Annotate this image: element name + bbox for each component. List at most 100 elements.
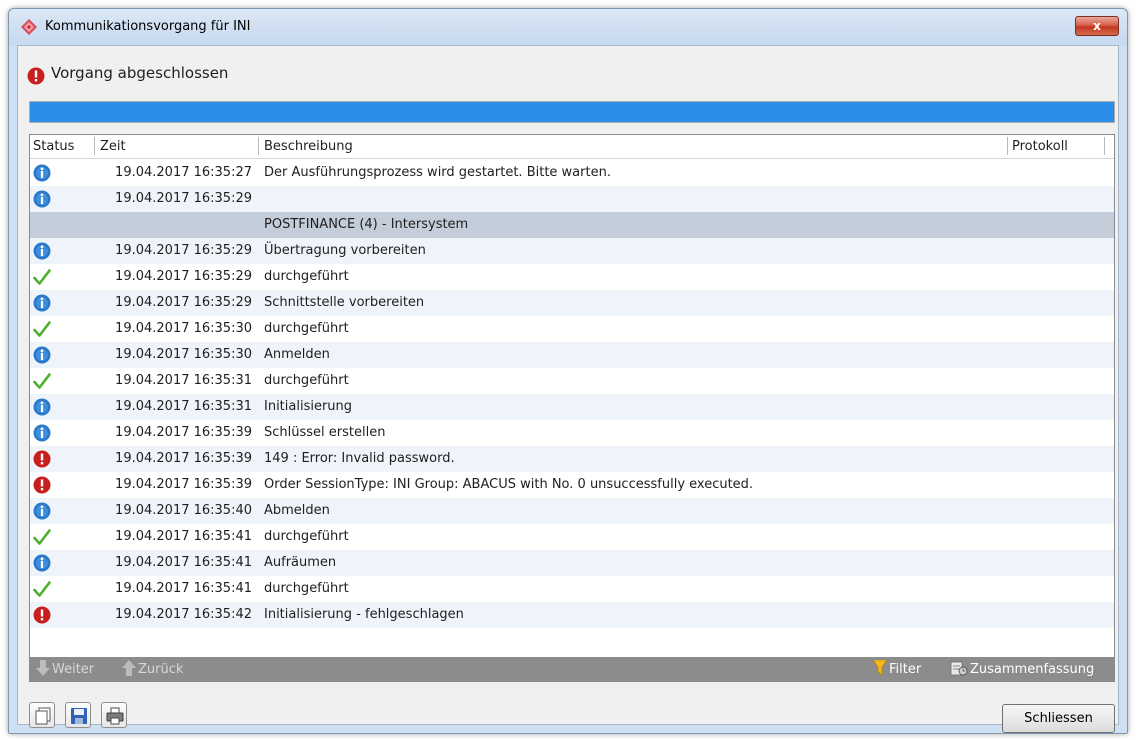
time-cell: 19.04.2017 16:35:39 <box>115 425 252 440</box>
dialog-content: Vorgang abgeschlossen Status Zeit Beschr… <box>17 45 1119 733</box>
print-icon <box>106 707 124 725</box>
table-row[interactable]: 19.04.2017 16:35:30 Anmelden <box>30 342 1114 368</box>
group-row[interactable]: POSTFINANCE (4) - Intersystem <box>30 212 1114 238</box>
table-row[interactable]: 19.04.2017 16:35:39 149 : Error: Invalid … <box>30 446 1114 472</box>
time-cell: 19.04.2017 16:35:29 <box>115 243 252 258</box>
time-cell: 19.04.2017 16:35:29 <box>115 269 252 284</box>
description-cell: Aufräumen <box>264 555 337 570</box>
description-cell: Initialisierung - fehlgeschlagen <box>264 607 464 622</box>
table-row[interactable]: 19.04.2017 16:35:29 Schnittstelle vorbere… <box>30 290 1114 316</box>
table-row[interactable]: 19.04.2017 16:35:41 durchgeführt <box>30 524 1114 550</box>
table-row[interactable]: 19.04.2017 16:35:29 <box>30 186 1114 212</box>
table-row[interactable]: 19.04.2017 16:35:40 Abmelden <box>30 498 1114 524</box>
info-icon <box>33 190 51 212</box>
time-cell: 19.04.2017 16:35:30 <box>115 347 252 362</box>
log-table[interactable]: Status Zeit Beschreibung Protokoll 19.04… <box>29 134 1115 682</box>
info-icon <box>33 242 51 264</box>
group-label: POSTFINANCE (4) - Intersystem <box>264 217 469 232</box>
time-cell: 19.04.2017 16:35:39 <box>115 451 252 466</box>
time-cell: 19.04.2017 16:35:31 <box>115 399 252 414</box>
close-button[interactable]: Schliessen <box>1002 704 1115 733</box>
time-cell: 19.04.2017 16:35:29 <box>115 295 252 310</box>
filter-icon <box>872 659 888 676</box>
next-button[interactable]: Weiter <box>36 660 94 677</box>
table-row[interactable]: 19.04.2017 16:35:27 Der Ausführungsprozes… <box>30 160 1114 186</box>
checkmark-icon <box>33 320 51 342</box>
copy-button[interactable] <box>29 702 55 728</box>
table-row[interactable]: 19.04.2017 16:35:39 Order SessionType: IN… <box>30 472 1114 498</box>
progress-bar <box>29 101 1115 123</box>
time-cell: 19.04.2017 16:35:41 <box>115 555 252 570</box>
time-cell: 19.04.2017 16:35:42 <box>115 607 252 622</box>
table-row[interactable]: 19.04.2017 16:35:41 durchgeführt <box>30 576 1114 602</box>
status-text: Vorgang abgeschlossen <box>51 64 229 82</box>
save-icon <box>71 708 87 724</box>
error-icon <box>33 606 51 628</box>
progress-fill <box>30 102 1114 122</box>
back-label: Zurück <box>138 662 184 677</box>
arrow-down-icon <box>36 660 50 676</box>
time-cell: 19.04.2017 16:35:40 <box>115 503 252 518</box>
filter-button[interactable]: Filter <box>872 659 922 677</box>
table-row[interactable]: 19.04.2017 16:35:29 Übertragung vorbereit… <box>30 238 1114 264</box>
table-row[interactable]: 19.04.2017 16:35:31 durchgeführt <box>30 368 1114 394</box>
column-header-description[interactable]: Beschreibung <box>264 139 353 154</box>
next-label: Weiter <box>52 662 95 677</box>
description-cell: Übertragung vorbereiten <box>264 243 426 258</box>
dialog-window: Kommunikationsvorgang für INI x Vorgang … <box>8 8 1128 734</box>
time-cell: 19.04.2017 16:35:27 <box>115 165 252 180</box>
table-row[interactable]: 19.04.2017 16:35:30 durchgeführt <box>30 316 1114 342</box>
column-header-protocol[interactable]: Protokoll <box>1012 139 1068 154</box>
info-icon <box>33 424 51 446</box>
checkmark-icon <box>33 580 51 602</box>
description-cell: Abmelden <box>264 503 330 518</box>
save-button[interactable] <box>65 702 91 728</box>
info-icon <box>33 346 51 368</box>
summary-label: Zusammenfassung <box>970 662 1095 677</box>
table-row[interactable]: 19.04.2017 16:35:39 Schlüssel erstellen <box>30 420 1114 446</box>
description-cell: durchgeführt <box>264 581 349 596</box>
description-cell: Initialisierung <box>264 399 353 414</box>
table-header: Status Zeit Beschreibung Protokoll <box>30 135 1114 159</box>
column-separator[interactable] <box>258 137 259 155</box>
info-icon <box>33 294 51 316</box>
column-separator[interactable] <box>1104 137 1105 155</box>
description-cell: durchgeführt <box>264 373 349 388</box>
description-cell: durchgeführt <box>264 321 349 336</box>
filter-label: Filter <box>889 662 922 677</box>
summary-button[interactable]: Zusammenfassung <box>950 660 1094 677</box>
description-cell: durchgeführt <box>264 529 349 544</box>
description-cell: Schlüssel erstellen <box>264 425 386 440</box>
table-row[interactable]: 19.04.2017 16:35:42 Initialisierung - feh… <box>30 602 1114 628</box>
print-button[interactable] <box>101 702 127 728</box>
error-icon <box>27 67 45 85</box>
table-row[interactable]: 19.04.2017 16:35:31 Initialisierung <box>30 394 1114 420</box>
checkmark-icon <box>33 372 51 394</box>
summary-icon <box>950 661 968 676</box>
window-title: Kommunikationsvorgang für INI <box>45 19 251 34</box>
info-icon <box>33 398 51 420</box>
title-bar: Kommunikationsvorgang für INI x <box>9 9 1127 45</box>
window-close-button[interactable]: x <box>1075 16 1119 36</box>
arrow-up-icon <box>122 660 136 676</box>
column-separator[interactable] <box>1007 137 1008 155</box>
copy-icon <box>35 707 51 725</box>
time-cell: 19.04.2017 16:35:30 <box>115 321 252 336</box>
info-icon <box>33 164 51 186</box>
table-row[interactable]: 19.04.2017 16:35:29 durchgeführt <box>30 264 1114 290</box>
description-cell: Order SessionType: INI Group: ABACUS wit… <box>264 477 754 492</box>
time-cell: 19.04.2017 16:35:29 <box>115 191 252 206</box>
column-header-status[interactable]: Status <box>33 139 74 154</box>
time-cell: 19.04.2017 16:35:39 <box>115 477 252 492</box>
description-cell: Anmelden <box>264 347 330 362</box>
column-header-time[interactable]: Zeit <box>100 139 126 154</box>
description-cell: Der Ausführungsprozess wird gestartet. B… <box>264 165 611 180</box>
time-cell: 19.04.2017 16:35:31 <box>115 373 252 388</box>
checkmark-icon <box>33 268 51 290</box>
table-row[interactable]: 19.04.2017 16:35:41 Aufräumen <box>30 550 1114 576</box>
table-rows: 19.04.2017 16:35:27 Der Ausführungsprozes… <box>30 160 1114 628</box>
description-cell: 149 : Error: Invalid password. <box>264 451 455 466</box>
info-icon <box>33 554 51 576</box>
back-button[interactable]: Zurück <box>122 660 183 677</box>
column-separator[interactable] <box>94 137 95 155</box>
